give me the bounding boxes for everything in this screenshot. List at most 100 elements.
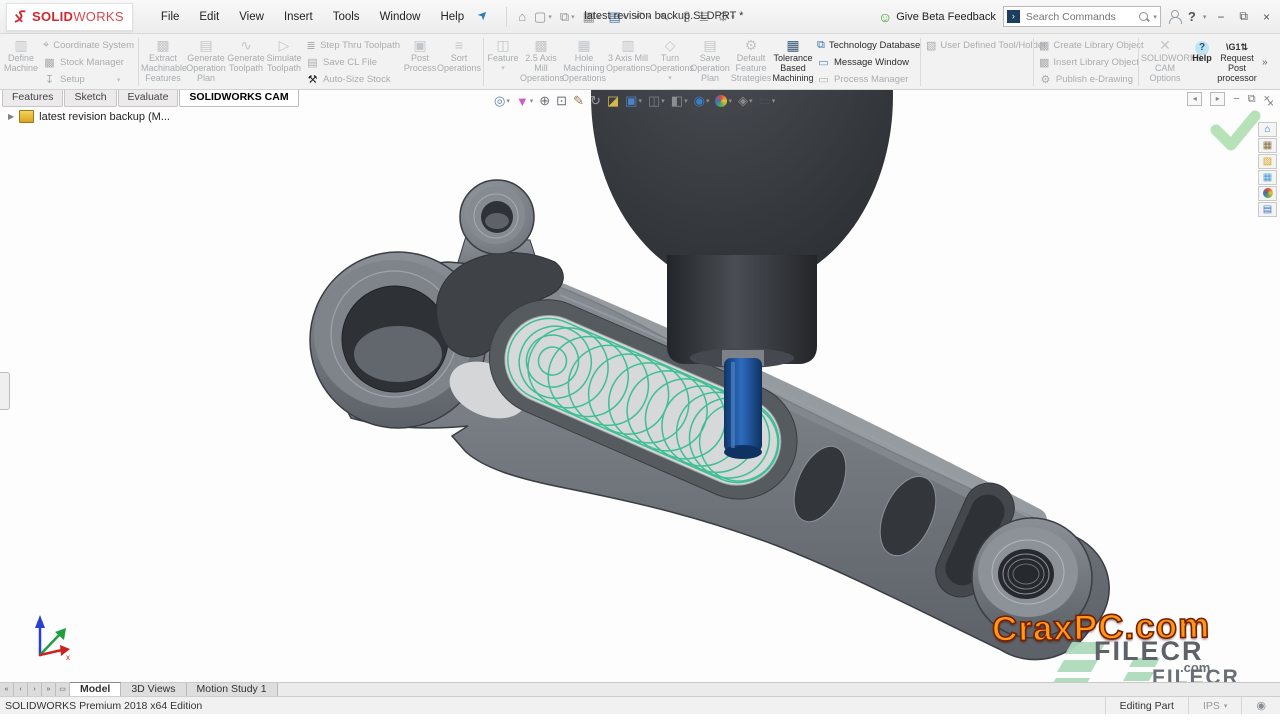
tab-sketch[interactable]: Sketch [64, 90, 116, 107]
login-user-icon[interactable] [1168, 10, 1181, 23]
first-tab-icon[interactable]: « [0, 683, 14, 697]
tab-features[interactable]: Features [2, 90, 63, 107]
open-icon[interactable]: ⧉▾ [557, 7, 578, 27]
window-restore-button[interactable]: ⧉ [1235, 9, 1252, 24]
tree-expand-arrow-icon[interactable]: ▶ [8, 112, 14, 121]
three-axis-mill-operations-button[interactable]: ▥ 3 Axis Mill Operations [606, 35, 650, 89]
view-cube-icon[interactable]: ◫▾ [646, 92, 667, 110]
window-close-button[interactable]: × [1259, 10, 1274, 24]
search-icon[interactable] [1138, 11, 1150, 23]
view-palette-icon[interactable]: ▦ [1258, 170, 1277, 185]
scene-icon[interactable]: ◈▾ [736, 92, 755, 110]
request-post-processor-button[interactable]: \G1⇅ Request Post processor [1215, 35, 1259, 89]
help-menu-button[interactable]: ? [1188, 9, 1196, 24]
zoom-area-icon[interactable]: ⊡ [554, 92, 569, 110]
tab-3d-views[interactable]: 3D Views [121, 683, 186, 697]
camera-view-icon[interactable]: ▭▾ [757, 92, 778, 110]
solidworks-cam-options-button[interactable]: ✕ SOLIDWORKS CAM Options [1141, 35, 1189, 89]
feature-tree-root[interactable]: ▶ latest revision backup (M... [8, 110, 170, 123]
last-tab-icon[interactable]: » [42, 683, 56, 697]
search-options-caret-icon[interactable]: ▾ [1153, 13, 1157, 21]
previous-document-icon[interactable]: ◂ [1187, 92, 1202, 106]
new-document-icon[interactable]: ▢▾ [531, 7, 555, 27]
default-feature-strategies-button[interactable]: ⚙ Default Feature Strategies [730, 35, 772, 89]
tab-evaluate[interactable]: Evaluate [118, 90, 179, 107]
tab-model[interactable]: Model [70, 682, 121, 697]
message-window-button[interactable]: ▭ Message Window [817, 56, 915, 69]
menu-edit[interactable]: Edit [189, 7, 229, 27]
next-document-icon[interactable]: ▸ [1210, 92, 1225, 106]
search-scope-icon[interactable]: › [1007, 10, 1020, 23]
menu-window[interactable]: Window [370, 7, 431, 27]
help-caret-icon[interactable]: ▾ [1203, 13, 1207, 21]
extract-machinable-features-button[interactable]: ▩ Extract Machinable Features [141, 35, 185, 89]
post-process-button[interactable]: ▣ Post Process [403, 35, 437, 89]
status-options-button[interactable]: ◉ [1241, 697, 1280, 714]
doc-minimize-button[interactable]: − [1233, 93, 1239, 105]
menu-file[interactable]: File [151, 7, 190, 27]
save-cl-file-button[interactable]: ▤ Save CL File [306, 56, 400, 69]
generate-operation-plan-button[interactable]: ▤ Generate Operation Plan [185, 35, 227, 89]
turn-operations-button[interactable]: ◇ Turn Operations ▾ [650, 35, 690, 89]
menu-insert[interactable]: Insert [274, 7, 323, 27]
insert-library-object-button[interactable]: ▩ Insert Library Object [1039, 56, 1133, 69]
step-thru-toolpath-button[interactable]: ≣ Step Thru Toolpath [306, 39, 400, 52]
sort-operations-button[interactable]: ≡ Sort Operations [437, 35, 481, 89]
stock-manager-button[interactable]: ▩ Stock Manager [43, 56, 133, 69]
process-manager-button[interactable]: ▭ Process Manager [817, 73, 915, 86]
appearances-icon[interactable]: ▾ [713, 94, 734, 108]
section-view-icon[interactable]: ◪ [605, 92, 621, 110]
coordinate-system-button[interactable]: ⌖ Coordinate System [43, 39, 133, 52]
menu-tools[interactable]: Tools [323, 7, 370, 27]
next-tab-icon[interactable]: › [28, 683, 42, 697]
units-selector[interactable]: IPS ▾ [1188, 697, 1241, 714]
3d-model-scene[interactable]: x [0, 90, 1280, 682]
annotation-icon[interactable]: ✎ [571, 92, 586, 110]
file-explorer-icon[interactable]: ▨ [1258, 154, 1277, 169]
menu-view[interactable]: View [229, 7, 274, 27]
appearances-scenes-icon[interactable] [1258, 186, 1277, 201]
tab-splitter-handle[interactable]: ▭ [56, 683, 70, 697]
home-icon[interactable]: ⌂ [515, 7, 529, 26]
help-button[interactable]: ? Help [1189, 35, 1215, 89]
search-commands-input[interactable] [1024, 10, 1138, 24]
doc-restore-button[interactable]: ⧉ [1248, 93, 1256, 106]
publish-e-drawing-button[interactable]: ⚙ Publish e-Drawing [1039, 73, 1133, 86]
tab-motion-study-1[interactable]: Motion Study 1 [187, 683, 278, 697]
confirmation-check-icon[interactable] [1216, 116, 1255, 145]
ribbon-overflow-button[interactable]: » [1259, 57, 1271, 68]
tolerance-based-machining-button[interactable]: ▦ Tolerance Based Machining [772, 35, 814, 89]
view-orientation-icon[interactable]: ▣▾ [623, 92, 644, 110]
technology-database-button[interactable]: ⧉ Technology Database [817, 39, 915, 52]
display-style-icon[interactable]: ◧▾ [669, 92, 690, 110]
generate-toolpath-button[interactable]: ∿ Generate Toolpath [227, 35, 265, 89]
left-panel-collapse-handle[interactable] [0, 372, 10, 410]
hole-machining-operations-button[interactable]: ▦ Hole Machining Operations [562, 35, 606, 89]
give-beta-feedback-button[interactable]: ☺ Give Beta Feedback [878, 9, 996, 25]
user-defined-tool-holder-button[interactable]: ▧ User Defined Tool/Holder [926, 39, 1028, 52]
feature-caret-icon[interactable]: ▾ [501, 65, 505, 73]
hide-show-items-icon[interactable]: ◉▾ [692, 92, 712, 110]
custom-properties-icon[interactable]: ▤ [1258, 202, 1277, 217]
create-library-object-button[interactable]: ▩ Create Library Object [1039, 39, 1133, 52]
define-machine-button[interactable]: ▥ Define Machine [2, 35, 40, 89]
two-five-axis-mill-operations-button[interactable]: ▩ 2.5 Axis Mill Operations [520, 35, 562, 89]
setup-button[interactable]: ↧ Setup ▾ [43, 73, 133, 86]
design-library-icon[interactable]: ▦ [1258, 138, 1277, 153]
menu-help[interactable]: Help [430, 7, 474, 27]
turn-operations-caret-icon[interactable]: ▾ [668, 75, 672, 83]
window-minimize-button[interactable]: − [1213, 10, 1228, 24]
filter-icon[interactable]: ▼▾ [514, 93, 535, 110]
tab-solidworks-cam[interactable]: SOLIDWORKS CAM [179, 90, 298, 107]
task-pane-close-icon[interactable]: × [1267, 96, 1274, 110]
setup-caret-icon[interactable]: ▾ [117, 76, 121, 84]
zoom-to-fit-icon[interactable]: ◎▾ [492, 92, 512, 110]
auto-size-stock-button[interactable]: ⚒ Auto-Size Stock [306, 73, 400, 86]
pin-menu-icon[interactable]: ➤ [475, 6, 496, 27]
save-operation-plan-button[interactable]: ▤ Save Operation Plan [690, 35, 730, 89]
home-icon[interactable]: ⌂ [1258, 122, 1277, 137]
zoom-in-icon[interactable]: ⊕ [537, 92, 552, 110]
feature-button[interactable]: ◫ Feature ▾ [486, 35, 520, 89]
simulate-toolpath-button[interactable]: ▷ Simulate Toolpath [265, 35, 303, 89]
previous-tab-icon[interactable]: ‹ [14, 683, 28, 697]
